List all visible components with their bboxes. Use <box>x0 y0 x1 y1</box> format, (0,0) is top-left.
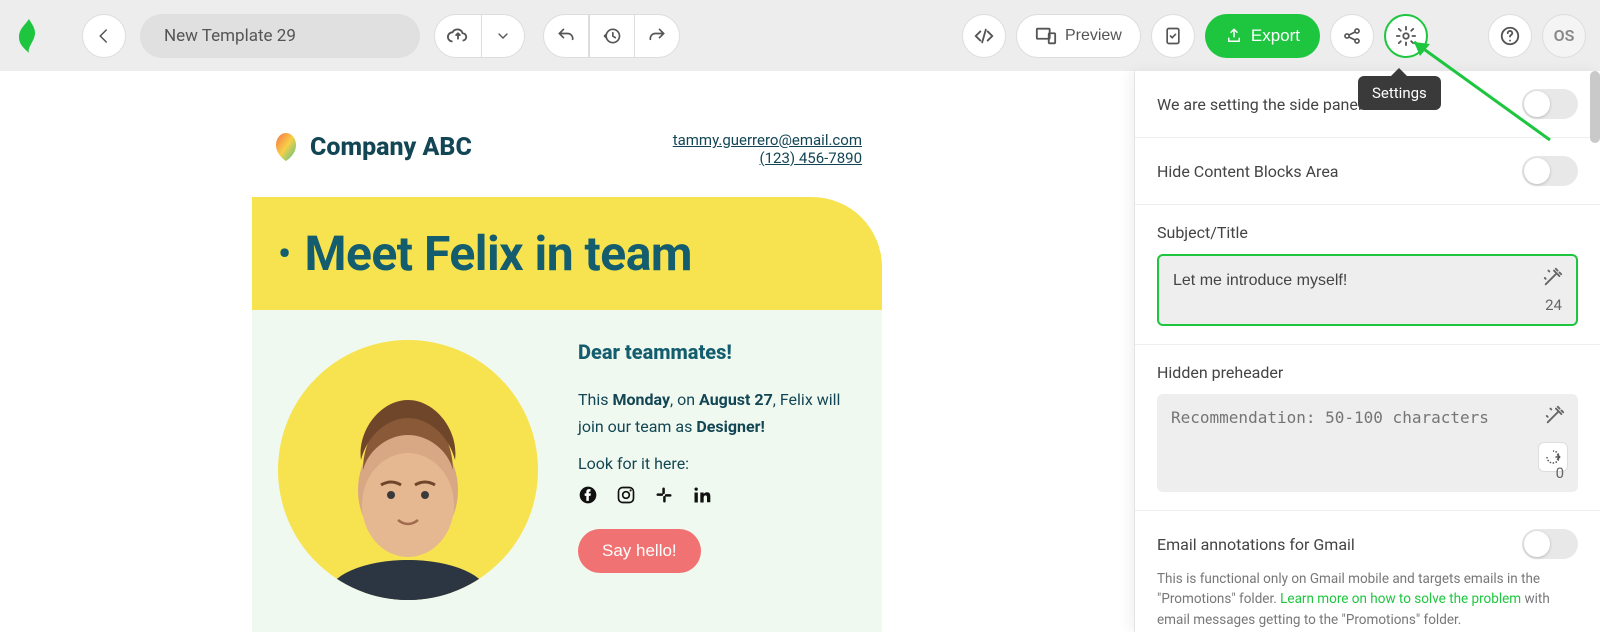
preheader-input[interactable] <box>1171 408 1536 448</box>
help-icon <box>1499 25 1521 47</box>
contact-info: tammy.guerrero@email.com (123) 456-7890 <box>673 131 862 167</box>
undo-icon <box>556 26 576 46</box>
export-icon <box>1225 27 1243 45</box>
cloud-group <box>434 14 525 58</box>
company-name: Company ABC <box>310 133 472 162</box>
subject-label: Subject/Title <box>1157 223 1578 242</box>
look-for-label: Look for it here: <box>578 454 856 473</box>
devices-icon <box>1035 25 1057 47</box>
preview-button[interactable]: Preview <box>1016 14 1141 58</box>
email-preview: Company ABC tammy.guerrero@email.com (12… <box>252 131 882 632</box>
contact-phone[interactable]: (123) 456-7890 <box>759 149 862 167</box>
main-area: Company ABC tammy.guerrero@email.com (12… <box>0 71 1600 632</box>
share-button[interactable] <box>1330 14 1374 58</box>
subject-field[interactable]: 24 <box>1157 254 1578 326</box>
settings-button[interactable] <box>1384 14 1428 58</box>
preheader-counter: 0 <box>1556 464 1564 482</box>
member-photo <box>278 340 538 600</box>
panel-row-hideblocks: Hide Content Blocks Area <box>1135 138 1600 205</box>
toolbar-right: Preview Export <box>962 14 1586 58</box>
redo-button[interactable] <box>634 14 680 58</box>
share-icon <box>1342 26 1362 46</box>
say-hello-button[interactable]: Say hello! <box>578 529 701 573</box>
gmail-learn-more-link[interactable]: Learn more on how to solve the problem <box>1280 591 1521 607</box>
editor-canvas[interactable]: Company ABC tammy.guerrero@email.com (12… <box>0 71 1134 632</box>
contact-email[interactable]: tammy.guerrero@email.com <box>673 131 862 149</box>
history-button[interactable] <box>589 14 635 58</box>
top-toolbar: New Template 29 <box>0 0 1600 71</box>
linkedin-icon[interactable] <box>692 485 712 505</box>
gmail-note: This is functional only on Gmail mobile … <box>1157 569 1578 630</box>
gmail-annotations-label: Email annotations for Gmail <box>1157 535 1355 554</box>
chevron-down-icon <box>495 28 511 44</box>
cloud-menu-button[interactable] <box>481 14 525 58</box>
hero-banner: • Meet Felix in team <box>252 197 882 310</box>
hide-blocks-toggle[interactable] <box>1522 156 1578 186</box>
hero-title: • Meet Felix in team <box>278 225 856 282</box>
cloud-upload-icon <box>447 25 469 47</box>
brand-block: Company ABC <box>272 131 472 163</box>
avatar-initials: OS <box>1554 26 1575 45</box>
cloud-save-button[interactable] <box>434 14 482 58</box>
checklist-button[interactable] <box>1151 14 1195 58</box>
gear-icon <box>1395 25 1417 47</box>
code-icon <box>973 25 995 47</box>
template-title-text: New Template 29 <box>164 26 296 46</box>
template-title-field[interactable]: New Template 29 <box>140 14 420 58</box>
settings-tooltip: Settings <box>1358 76 1441 110</box>
greeting: Dear teammates! <box>578 340 856 364</box>
app-logo <box>14 16 44 56</box>
email-header: Company ABC tammy.guerrero@email.com (12… <box>252 131 882 197</box>
facebook-icon[interactable] <box>578 485 598 505</box>
email-body: Dear teammates! This Monday, on August 2… <box>252 310 882 632</box>
settings-panel: We are setting the side panel to the lef… <box>1134 71 1600 632</box>
intro-paragraph: This Monday, on August 27, Felix will jo… <box>578 386 856 440</box>
magic-wand-icon[interactable] <box>1542 266 1564 288</box>
panel-scrollbar[interactable] <box>1590 71 1600 143</box>
bullet-icon: • <box>278 233 290 275</box>
brand-logo-icon <box>272 131 300 163</box>
panel-gmail: Email annotations for Gmail This is func… <box>1135 511 1600 632</box>
side-panel-toggle[interactable] <box>1522 89 1578 119</box>
export-button[interactable]: Export <box>1205 14 1320 58</box>
slack-icon[interactable] <box>654 485 674 505</box>
preheader-label: Hidden preheader <box>1157 363 1578 382</box>
clipboard-check-icon <box>1163 26 1183 46</box>
back-button[interactable] <box>82 14 126 58</box>
user-avatar[interactable]: OS <box>1542 14 1586 58</box>
help-button[interactable] <box>1488 14 1532 58</box>
gmail-annotations-toggle[interactable] <box>1522 529 1578 559</box>
magic-wand-icon[interactable] <box>1544 404 1566 426</box>
email-body-text: Dear teammates! This Monday, on August 2… <box>578 340 856 600</box>
hide-blocks-label: Hide Content Blocks Area <box>1157 162 1339 181</box>
panel-subject: Subject/Title 24 <box>1135 205 1600 345</box>
code-button[interactable] <box>962 14 1006 58</box>
export-label: Export <box>1251 26 1300 46</box>
history-group <box>543 14 680 58</box>
subject-counter: 24 <box>1545 296 1562 314</box>
panel-preheader: Hidden preheader 0 <box>1135 345 1600 511</box>
preview-label: Preview <box>1065 27 1122 45</box>
undo-button[interactable] <box>543 14 589 58</box>
preheader-field[interactable]: 0 <box>1157 394 1578 492</box>
subject-input[interactable] <box>1173 272 1534 290</box>
social-row <box>578 485 856 505</box>
arrow-left-icon <box>95 27 113 45</box>
redo-icon <box>647 26 667 46</box>
instagram-icon[interactable] <box>616 485 636 505</box>
history-icon <box>602 26 622 46</box>
